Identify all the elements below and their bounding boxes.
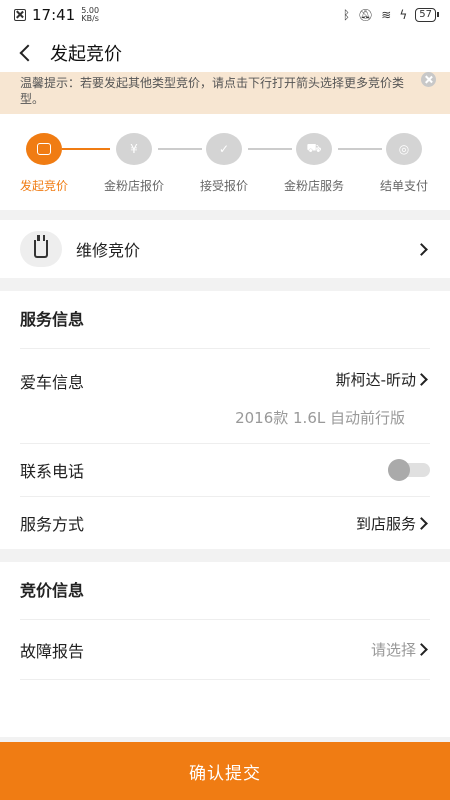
fault-report-row[interactable]: 故障报告 请选择 <box>20 620 430 680</box>
car-info-label: 爱车信息 <box>20 373 85 392</box>
contact-phone-toggle[interactable] <box>388 459 430 481</box>
service-mode-row[interactable]: 服务方式 到店服务 <box>20 497 430 549</box>
fault-report-label: 故障报告 <box>20 641 85 661</box>
section-title: 服务信息 <box>20 291 430 349</box>
step-label: 发起竞价 <box>19 179 68 193</box>
step-label: 接受报价 <box>199 179 248 193</box>
step-service: ⛟ 金粉店服务 <box>269 133 359 194</box>
wrench-icon <box>20 231 62 267</box>
car-info-value: 斯柯达-昕动 <box>335 371 416 389</box>
car-icon: ⛟ <box>296 133 332 165</box>
submit-button[interactable]: 确认提交 <box>0 742 450 800</box>
status-bar: 17:41 5.00 KB/s ᛒ 🔕︎ ≋ ϟ 57 <box>0 0 450 30</box>
check-icon: ✓ <box>206 133 242 165</box>
service-mode-label: 服务方式 <box>20 515 85 534</box>
status-time: 17:41 <box>32 6 76 24</box>
step-accept: ✓ 接受报价 <box>179 133 269 194</box>
chevron-right-icon <box>415 516 428 530</box>
contact-phone-row: 联系电话 <box>20 444 430 497</box>
notification-close-icon <box>14 9 26 21</box>
step-initiate: 发起竞价 <box>0 133 89 194</box>
status-icons: ᛒ 🔕︎ ≋ ϟ 57 <box>342 8 439 22</box>
chevron-right-icon <box>415 242 428 256</box>
chevron-right-icon <box>415 373 428 386</box>
wifi-icon: ≋ <box>381 8 392 22</box>
step-label: 金粉店报价 <box>103 179 164 193</box>
repair-bid-label: 维修竞价 <box>76 241 141 260</box>
bid-doc-icon <box>26 133 62 165</box>
service-mode-value: 到店服务 <box>355 514 416 533</box>
bid-info-section: 竞价信息 故障报告 请选择 <box>0 562 450 737</box>
car-model-detail: 2016款 1.6L 自动前行版 <box>235 409 405 427</box>
contact-phone-label: 联系电话 <box>20 462 85 481</box>
section-title: 竞价信息 <box>20 562 430 620</box>
step-label: 结单支付 <box>379 179 428 193</box>
tip-banner: 温馨提示：若要发起其他类型竞价，请点击下行打开箭头选择更多竞价类型。 <box>0 72 450 114</box>
battery-icon: 57 <box>415 8 439 22</box>
step-pay: ◎ 结单支付 <box>359 133 449 194</box>
nav-header: 发起竞价 <box>0 30 450 76</box>
progress-steps: 发起竞价 ¥ 金粉店报价 ✓ 接受报价 ⛟ 金粉店服务 ◎ 结单支付 <box>0 114 450 210</box>
bluetooth-icon: ᛒ <box>342 8 351 22</box>
back-arrow-icon[interactable] <box>19 44 37 62</box>
car-info-row[interactable]: 爱车信息 斯柯达-昕动 2016款 1.6L 自动前行版 <box>20 349 430 444</box>
step-quote: ¥ 金粉店报价 <box>89 133 179 194</box>
network-speed: 5.00 KB/s <box>81 7 99 23</box>
yuan-bubble-icon: ¥ <box>116 133 152 165</box>
chevron-right-icon <box>415 643 428 656</box>
tip-text: 温馨提示：若要发起其他类型竞价，请点击下行打开箭头选择更多竞价类型。 <box>20 76 405 106</box>
repair-bid-selector[interactable]: 维修竞价 <box>0 220 450 278</box>
fault-report-placeholder: 请选择 <box>370 641 416 659</box>
mute-icon: 🔕︎ <box>358 8 374 22</box>
page-title: 发起竞价 <box>50 44 122 65</box>
charging-icon: ϟ <box>399 8 408 22</box>
payment-icon: ◎ <box>386 133 422 165</box>
service-info-section: 服务信息 爱车信息 斯柯达-昕动 2016款 1.6L 自动前行版 联系电话 服… <box>0 291 450 549</box>
network-speed-unit: KB/s <box>81 14 99 23</box>
step-label: 金粉店服务 <box>283 179 344 193</box>
close-icon[interactable] <box>421 72 436 87</box>
